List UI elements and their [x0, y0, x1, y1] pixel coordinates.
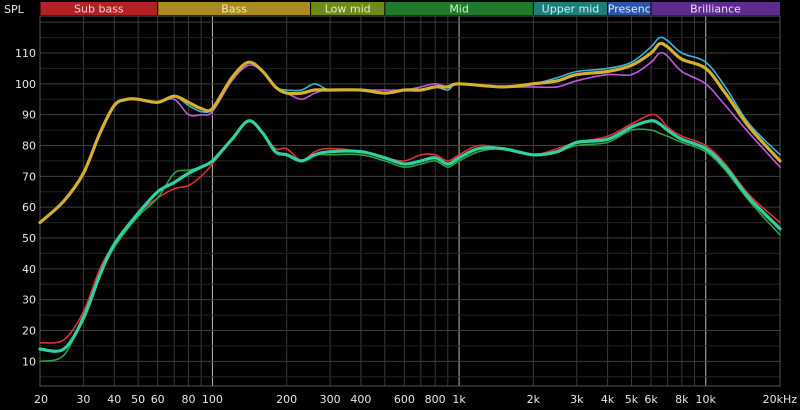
- frequency-bands: Sub bass Bass Low mid Mid Upper mid Presenc Br…: [39, 2, 780, 16]
- x-tick-label: 1k: [452, 393, 466, 406]
- y-tick-label: 110: [15, 47, 36, 60]
- x-tick-label: 600: [394, 393, 415, 406]
- x-tick-label: 20: [34, 393, 48, 406]
- y-tick-label: 70: [22, 170, 36, 183]
- y-tick-label: 90: [22, 109, 36, 122]
- band-label: Sub bass: [74, 3, 124, 16]
- x-tick-label: 60: [151, 393, 165, 406]
- x-tick-label: 200: [276, 393, 297, 406]
- y-tick-label: 50: [22, 232, 36, 245]
- x-tick-label: 8k: [675, 393, 689, 406]
- y-tick-label: 60: [22, 201, 36, 214]
- band-label: Presenc: [608, 3, 651, 16]
- x-tick-label: 50: [131, 393, 145, 406]
- y-tick-label: 80: [22, 140, 36, 153]
- y-axis-label: SPL: [4, 3, 25, 16]
- x-tick-label: 30: [76, 393, 90, 406]
- band-label: Upper mid: [542, 3, 600, 16]
- x-tick-label: 5k: [625, 393, 639, 406]
- x-tick-label: 2k: [527, 393, 541, 406]
- x-tick-label: 3k: [570, 393, 584, 406]
- y-tick-label: 40: [22, 263, 36, 276]
- y-tick-label: 100: [15, 78, 36, 91]
- x-tick-label: 20kHz: [763, 393, 798, 406]
- x-tick-label: 300: [320, 393, 341, 406]
- x-tick-label: 40: [107, 393, 121, 406]
- frequency-response-chart: Sub bass Bass Low mid Mid Upper mid Presenc Br…: [0, 0, 800, 410]
- x-tick-label: 800: [425, 393, 446, 406]
- y-tick-label: 20: [22, 325, 36, 338]
- x-tick-label: 10k: [696, 393, 717, 406]
- chart-background: [0, 0, 800, 410]
- band-label: Low mid: [325, 3, 371, 16]
- x-tick-label: 6k: [644, 393, 658, 406]
- band-label: Brilliance: [690, 3, 741, 16]
- x-tick-label: 80: [182, 393, 196, 406]
- band-label: Bass: [221, 3, 247, 16]
- x-tick-label: 400: [350, 393, 371, 406]
- x-tick-label: 100: [202, 393, 223, 406]
- x-tick-label: 4k: [601, 393, 615, 406]
- y-tick-label: 10: [22, 355, 36, 368]
- y-tick-label: 30: [22, 294, 36, 307]
- band-label: Mid: [449, 3, 469, 16]
